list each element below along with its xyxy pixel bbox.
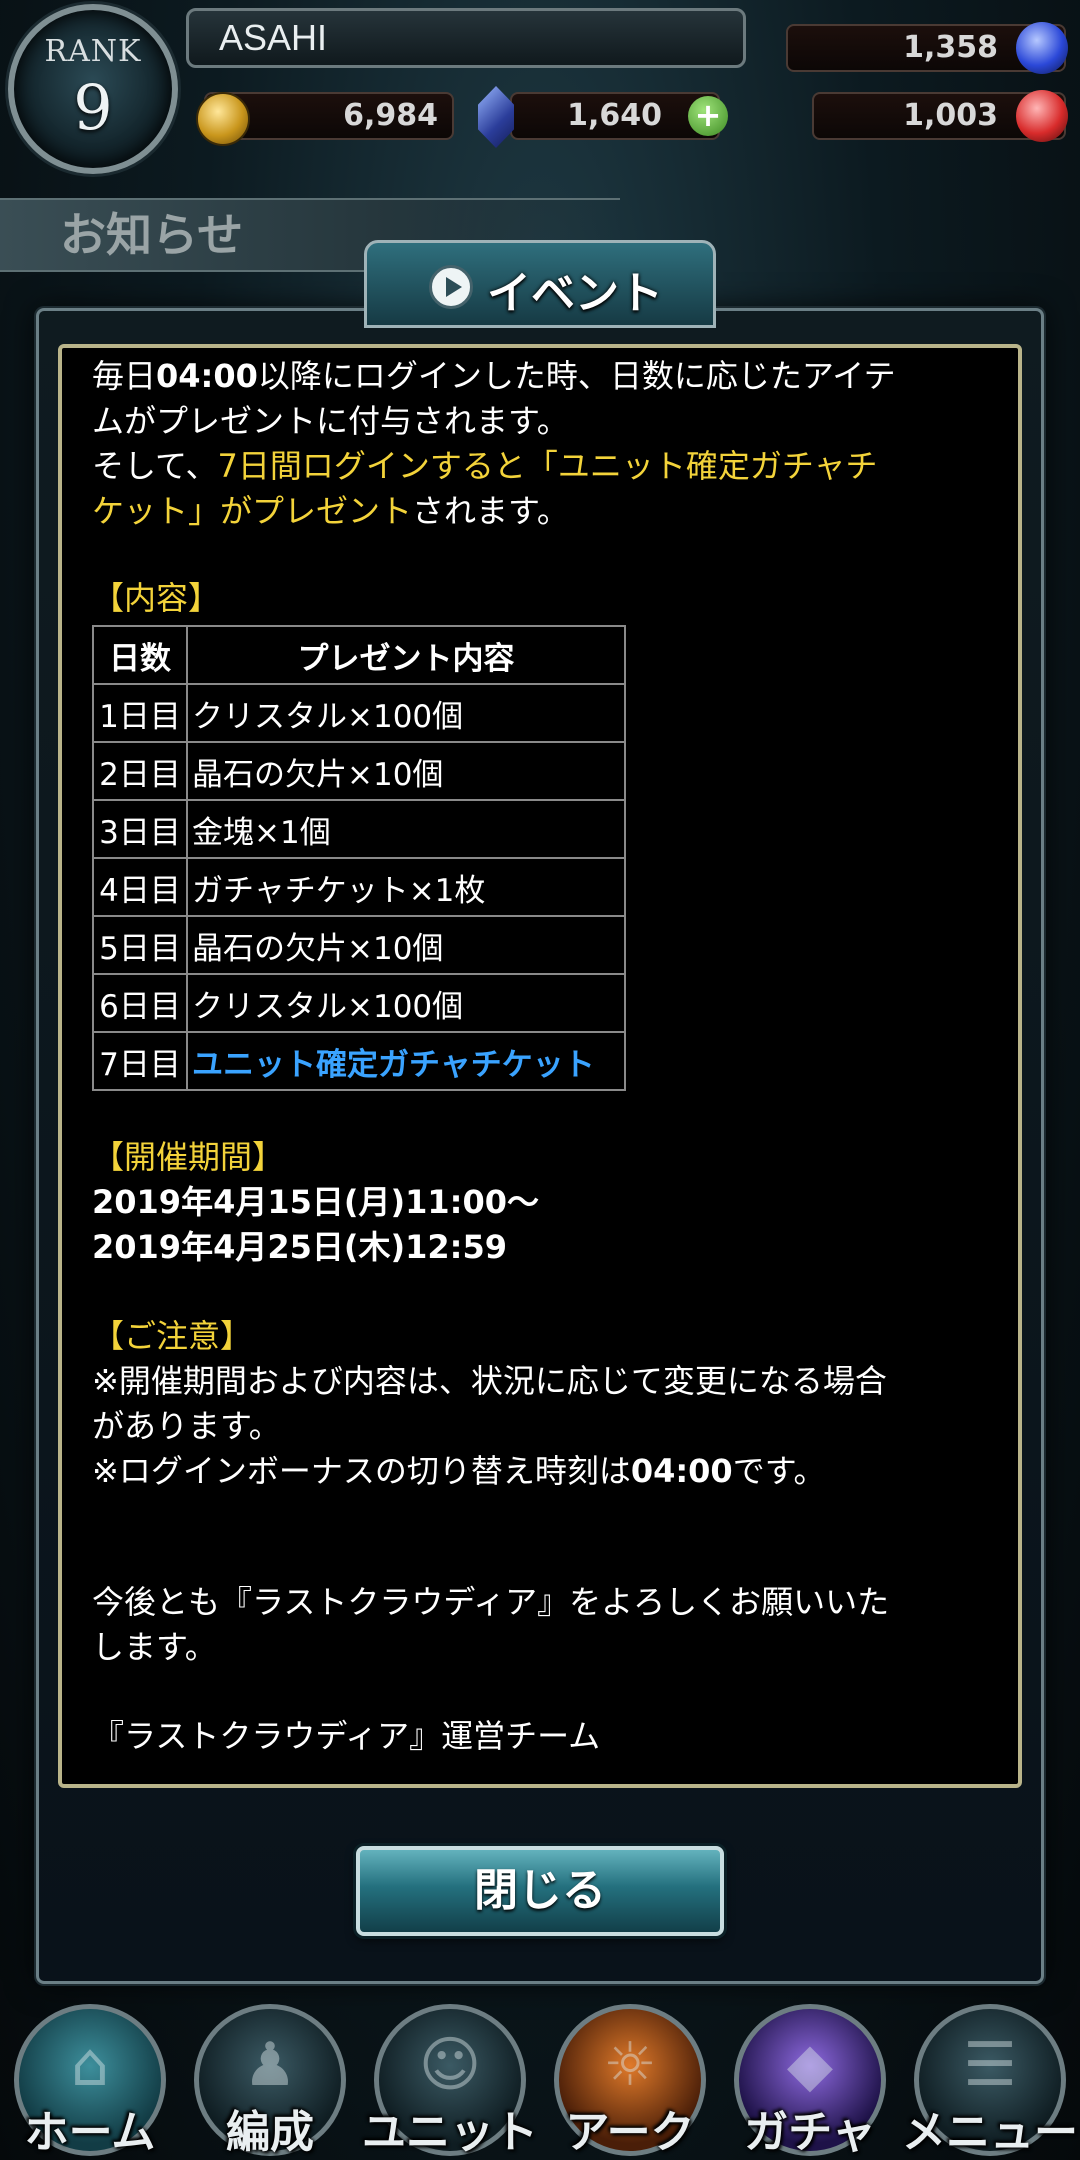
red-orb-amount: 1,003 xyxy=(903,98,998,133)
nav-party[interactable]: ♟ 編成 xyxy=(180,1996,360,2160)
close-button-label: 閉じる xyxy=(474,1865,606,1916)
table-row: 7日目 ユニット確定ガチャチケット xyxy=(92,1031,626,1091)
table-row: 4日目 ガチャチケット×1枚 xyxy=(92,857,626,917)
table-header-day: 日数 xyxy=(92,625,188,685)
note-1-line-2: があります。 xyxy=(92,1407,281,1445)
table-header-reward: プレゼント内容 xyxy=(186,625,626,685)
nav-gacha[interactable]: ◆ ガチャ xyxy=(720,1996,900,2160)
crystal-icon xyxy=(478,86,514,148)
nav-home[interactable]: ⌂ ホーム xyxy=(0,1996,180,2160)
nav-party-label: 編成 xyxy=(226,2107,314,2158)
nav-menu[interactable]: ☰ メニュー xyxy=(900,1996,1080,2160)
home-glyph-icon: ⌂ xyxy=(70,2030,110,2100)
gacha-glyph-icon: ◆ xyxy=(786,2030,834,2100)
table-row: 1日目 クリスタル×100個 xyxy=(92,683,626,743)
bottom-nav: ⌂ ホーム ♟ 編成 ☺ ユニット ☼ アーク ◆ ガチャ ☰ メニュー xyxy=(0,1996,1080,2160)
dialog-title: イベント xyxy=(487,268,663,319)
reward-item: ガチャチケット×1枚 xyxy=(186,857,626,917)
gold-coin-icon xyxy=(196,92,250,146)
nav-arc-label: アーク xyxy=(565,2107,695,2158)
table-row: 5日目 晶石の欠片×10個 xyxy=(92,915,626,975)
nav-arc[interactable]: ☼ アーク xyxy=(540,1996,720,2160)
intro-line-1: 毎日04:00以降にログインした時、日数に応じたアイテ xyxy=(92,357,896,395)
add-crystal-plus-icon[interactable]: + xyxy=(688,96,728,136)
nav-unit-label: ユニット xyxy=(362,2107,538,2158)
play-icon xyxy=(429,265,473,309)
signature: 『ラストクラウディア』運営チーム xyxy=(92,1717,601,1755)
scroll-glyph-icon: ☰ xyxy=(963,2030,1017,2100)
table-row: 3日目 金塊×1個 xyxy=(92,799,626,859)
period-heading: 【開催期間】 xyxy=(92,1138,285,1176)
dialog-tab-event: イベント xyxy=(364,240,716,328)
rank-badge: RANK 9 xyxy=(8,4,178,174)
reward-day: 7日目 xyxy=(92,1031,188,1091)
player-name: ASAHI xyxy=(219,17,328,58)
player-name-plate[interactable]: ASAHI xyxy=(186,8,746,68)
notice-content[interactable]: 毎日04:00以降にログインした時、日数に応じたアイテ ムがプレゼントに付与され… xyxy=(58,344,1022,1788)
screen: RANK 9 ASAHI 6,984 1,640 + 1,358 1,003 お… xyxy=(0,0,1080,2160)
unit-glyph-icon: ☺ xyxy=(418,2030,482,2100)
reward-item: 金塊×1個 xyxy=(186,799,626,859)
nav-gacha-label: ガチャ xyxy=(744,2107,876,2158)
closing-line-2: します。 xyxy=(92,1628,217,1666)
arc-glyph-icon: ☼ xyxy=(603,2030,657,2100)
period-end: 2019年4月25日(木)12:59 xyxy=(92,1228,507,1266)
reward-item-highlight: ユニット確定ガチャチケット xyxy=(186,1031,626,1091)
reward-item: 晶石の欠片×10個 xyxy=(186,915,626,975)
rewards-table: 日数 プレゼント内容 1日目 クリスタル×100個 2日目 晶石の欠片×10個 … xyxy=(92,625,626,1091)
table-header-row: 日数 プレゼント内容 xyxy=(92,625,626,685)
intro-line-2: ムがプレゼントに付与されます。 xyxy=(92,402,569,440)
table-row: 6日目 クリスタル×100個 xyxy=(92,973,626,1033)
reward-item: クリスタル×100個 xyxy=(186,683,626,743)
close-button[interactable]: 閉じる xyxy=(356,1846,724,1936)
period-start: 2019年4月15日(月)11:00～ xyxy=(92,1183,539,1221)
reward-day: 3日目 xyxy=(92,799,188,859)
reward-day: 1日目 xyxy=(92,683,188,743)
note-1-line-1: ※開催期間および内容は、状況に応じて変更になる場合 xyxy=(92,1362,887,1400)
intro-paragraph: 毎日04:00以降にログインした時、日数に応じたアイテ ムがプレゼントに付与され… xyxy=(92,354,988,534)
party-glyph-icon: ♟ xyxy=(243,2030,297,2100)
blue-orb-amount: 1,358 xyxy=(903,30,998,65)
reward-item: 晶石の欠片×10個 xyxy=(186,741,626,801)
note-2: ※ログインボーナスの切り替え時刻は04:00です。 xyxy=(92,1452,826,1490)
nav-unit[interactable]: ☺ ユニット xyxy=(360,1996,540,2160)
crystal-amount: 1,640 xyxy=(567,98,662,133)
reward-day: 5日目 xyxy=(92,915,188,975)
table-row: 2日目 晶石の欠片×10個 xyxy=(92,741,626,801)
reward-day: 2日目 xyxy=(92,741,188,801)
reward-item: クリスタル×100個 xyxy=(186,973,626,1033)
blue-orb-icon xyxy=(1016,22,1068,74)
nav-home-label: ホーム xyxy=(24,2107,156,2158)
reward-day: 6日目 xyxy=(92,973,188,1033)
reward-day: 4日目 xyxy=(92,857,188,917)
gold-amount: 6,984 xyxy=(343,98,438,133)
rank-label: RANK xyxy=(44,34,142,69)
nav-menu-label: メニュー xyxy=(902,2107,1078,2158)
intro-line-3: そして、7日間ログインすると「ユニット確定ガチャチ xyxy=(92,447,878,485)
red-orb-icon xyxy=(1016,90,1068,142)
closing-line-1: 今後とも『ラストクラウディア』をよろしくお願いいた xyxy=(92,1583,890,1621)
rank-value: 9 xyxy=(73,71,113,144)
intro-line-4: ケット」がプレゼントされます。 xyxy=(92,492,569,530)
contents-heading: 【内容】 xyxy=(92,579,221,617)
notes-heading: 【ご注意】 xyxy=(92,1317,253,1355)
